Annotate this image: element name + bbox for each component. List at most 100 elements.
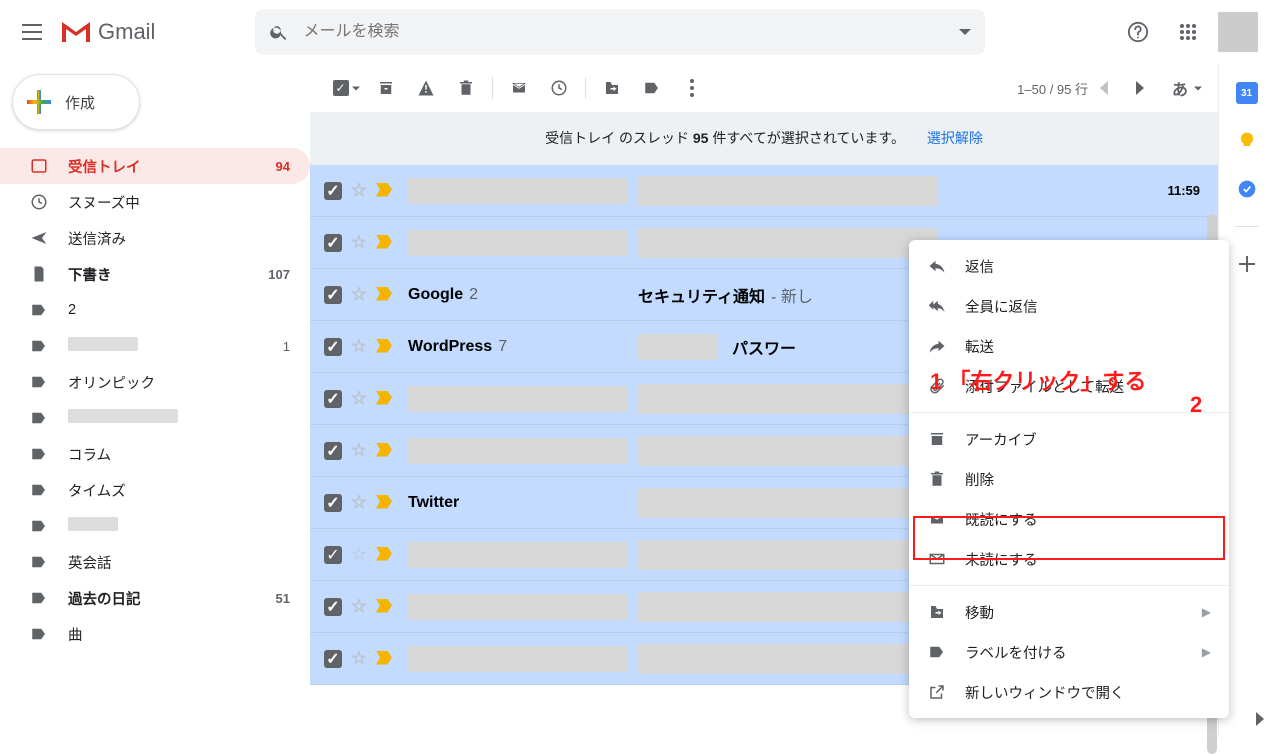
nav-label: オリンピック bbox=[68, 372, 290, 393]
ctx-mark-unread[interactable]: 未読にする bbox=[909, 539, 1229, 579]
importance-icon[interactable] bbox=[376, 443, 396, 459]
star-icon[interactable]: ☆ bbox=[342, 180, 376, 201]
prev-page-icon[interactable] bbox=[1088, 71, 1122, 105]
calendar-icon[interactable]: 31 bbox=[1236, 82, 1258, 104]
ctx-label: 全員に返信 bbox=[965, 296, 1211, 317]
star-icon[interactable]: ☆ bbox=[342, 232, 376, 253]
star-icon[interactable]: ☆ bbox=[342, 492, 376, 513]
input-tool-indicator[interactable]: あ bbox=[1172, 76, 1188, 100]
row-checkbox[interactable]: ✓ bbox=[324, 338, 342, 356]
ctx-label: 返信 bbox=[965, 256, 1211, 277]
deselect-link[interactable]: 選択解除 bbox=[927, 130, 983, 146]
star-icon[interactable]: ☆ bbox=[342, 336, 376, 357]
nav-icon bbox=[28, 157, 50, 175]
sidebar-item-11[interactable]: 英会話 bbox=[0, 544, 310, 580]
compose-button[interactable]: 作成 bbox=[12, 74, 140, 130]
account-avatar[interactable] bbox=[1218, 12, 1258, 52]
collapse-panel-icon[interactable] bbox=[1254, 712, 1264, 726]
ctx-archive[interactable]: アーカイブ bbox=[909, 419, 1229, 459]
row-time: 11:59 bbox=[1149, 183, 1218, 198]
ctx-trash[interactable]: 削除 bbox=[909, 459, 1229, 499]
star-icon[interactable]: ☆ bbox=[342, 544, 376, 565]
labels-icon[interactable] bbox=[632, 68, 672, 108]
banner-count: 95 bbox=[693, 130, 709, 146]
mark-read-icon bbox=[927, 509, 947, 529]
importance-icon[interactable] bbox=[376, 547, 396, 563]
next-page-icon[interactable] bbox=[1122, 71, 1156, 105]
keep-icon[interactable] bbox=[1236, 130, 1258, 152]
sidebar-item-3[interactable]: 下書き107 bbox=[0, 256, 310, 292]
sidebar-item-5[interactable]: 1 bbox=[0, 328, 310, 364]
archive-icon[interactable] bbox=[366, 68, 406, 108]
mail-row[interactable]: ✓ ☆ 11:59 bbox=[310, 165, 1218, 217]
sidebar-item-13[interactable]: 曲 bbox=[0, 616, 310, 652]
gmail-logo[interactable]: Gmail bbox=[60, 19, 155, 45]
importance-icon[interactable] bbox=[376, 287, 396, 303]
sidebar-item-2[interactable]: 送信済み bbox=[0, 220, 310, 256]
nav-label: 下書き bbox=[68, 264, 268, 285]
star-icon[interactable]: ☆ bbox=[342, 388, 376, 409]
importance-icon[interactable] bbox=[376, 235, 396, 251]
nav-label: 英会話 bbox=[68, 552, 290, 573]
apps-grid-icon[interactable] bbox=[1168, 12, 1208, 52]
ctx-attachment[interactable]: 添付ファイルとして転送 bbox=[909, 366, 1229, 406]
help-icon[interactable] bbox=[1118, 12, 1158, 52]
importance-icon[interactable] bbox=[376, 495, 396, 511]
star-icon[interactable]: ☆ bbox=[342, 284, 376, 305]
nav-icon bbox=[28, 481, 50, 499]
ctx-reply[interactable]: 返信 bbox=[909, 246, 1229, 286]
importance-icon[interactable] bbox=[376, 391, 396, 407]
importance-icon[interactable] bbox=[376, 651, 396, 667]
delete-icon[interactable] bbox=[446, 68, 486, 108]
sidebar-item-7[interactable] bbox=[0, 400, 310, 436]
row-checkbox[interactable]: ✓ bbox=[324, 494, 342, 512]
more-icon[interactable] bbox=[672, 68, 712, 108]
sidebar-item-12[interactable]: 過去の日記51 bbox=[0, 580, 310, 616]
importance-icon[interactable] bbox=[376, 183, 396, 199]
menu-icon[interactable] bbox=[8, 8, 56, 56]
sidebar-item-10[interactable] bbox=[0, 508, 310, 544]
row-checkbox[interactable]: ✓ bbox=[324, 442, 342, 460]
ctx-move[interactable]: 移動▶ bbox=[909, 592, 1229, 632]
snooze-icon[interactable] bbox=[539, 68, 579, 108]
row-checkbox[interactable]: ✓ bbox=[324, 182, 342, 200]
sidebar-item-8[interactable]: コラム bbox=[0, 436, 310, 472]
importance-icon[interactable] bbox=[376, 599, 396, 615]
nav-label: 2 bbox=[68, 302, 290, 318]
move-to-icon[interactable] bbox=[592, 68, 632, 108]
sidebar-item-6[interactable]: オリンピック bbox=[0, 364, 310, 400]
row-checkbox[interactable]: ✓ bbox=[324, 598, 342, 616]
search-input[interactable] bbox=[289, 23, 959, 41]
row-subject bbox=[638, 176, 1149, 206]
mark-read-icon[interactable] bbox=[499, 68, 539, 108]
mark-unread-icon bbox=[927, 549, 947, 569]
sidebar-item-9[interactable]: タイムズ bbox=[0, 472, 310, 508]
row-checkbox[interactable]: ✓ bbox=[324, 234, 342, 252]
search-bar bbox=[255, 9, 985, 55]
ctx-forward[interactable]: 転送 bbox=[909, 326, 1229, 366]
sidebar-item-4[interactable]: 2 bbox=[0, 292, 310, 328]
reply-icon bbox=[927, 256, 947, 276]
ctx-reply-all[interactable]: 全員に返信 bbox=[909, 286, 1229, 326]
star-icon[interactable]: ☆ bbox=[342, 440, 376, 461]
star-icon[interactable]: ☆ bbox=[342, 596, 376, 617]
importance-icon[interactable] bbox=[376, 339, 396, 355]
sidebar-item-1[interactable]: スヌーズ中 bbox=[0, 184, 310, 220]
search-icon[interactable] bbox=[269, 22, 289, 42]
report-spam-icon[interactable] bbox=[406, 68, 446, 108]
sidebar-item-0[interactable]: 受信トレイ94 bbox=[0, 148, 310, 184]
tasks-icon[interactable] bbox=[1236, 178, 1258, 200]
search-options-icon[interactable] bbox=[959, 26, 971, 38]
nav-label: スヌーズ中 bbox=[68, 192, 290, 213]
select-all-checkbox[interactable]: ✓ bbox=[326, 68, 366, 108]
ctx-label[interactable]: ラベルを付ける▶ bbox=[909, 632, 1229, 672]
star-icon[interactable]: ☆ bbox=[342, 648, 376, 669]
ctx-mark-read[interactable]: 既読にする bbox=[909, 499, 1229, 539]
row-checkbox[interactable]: ✓ bbox=[324, 390, 342, 408]
row-checkbox[interactable]: ✓ bbox=[324, 546, 342, 564]
add-addon-icon[interactable] bbox=[1236, 253, 1258, 275]
row-checkbox[interactable]: ✓ bbox=[324, 650, 342, 668]
compose-label: 作成 bbox=[65, 92, 95, 113]
ctx-open-new[interactable]: 新しいウィンドウで開く bbox=[909, 672, 1229, 712]
row-checkbox[interactable]: ✓ bbox=[324, 286, 342, 304]
